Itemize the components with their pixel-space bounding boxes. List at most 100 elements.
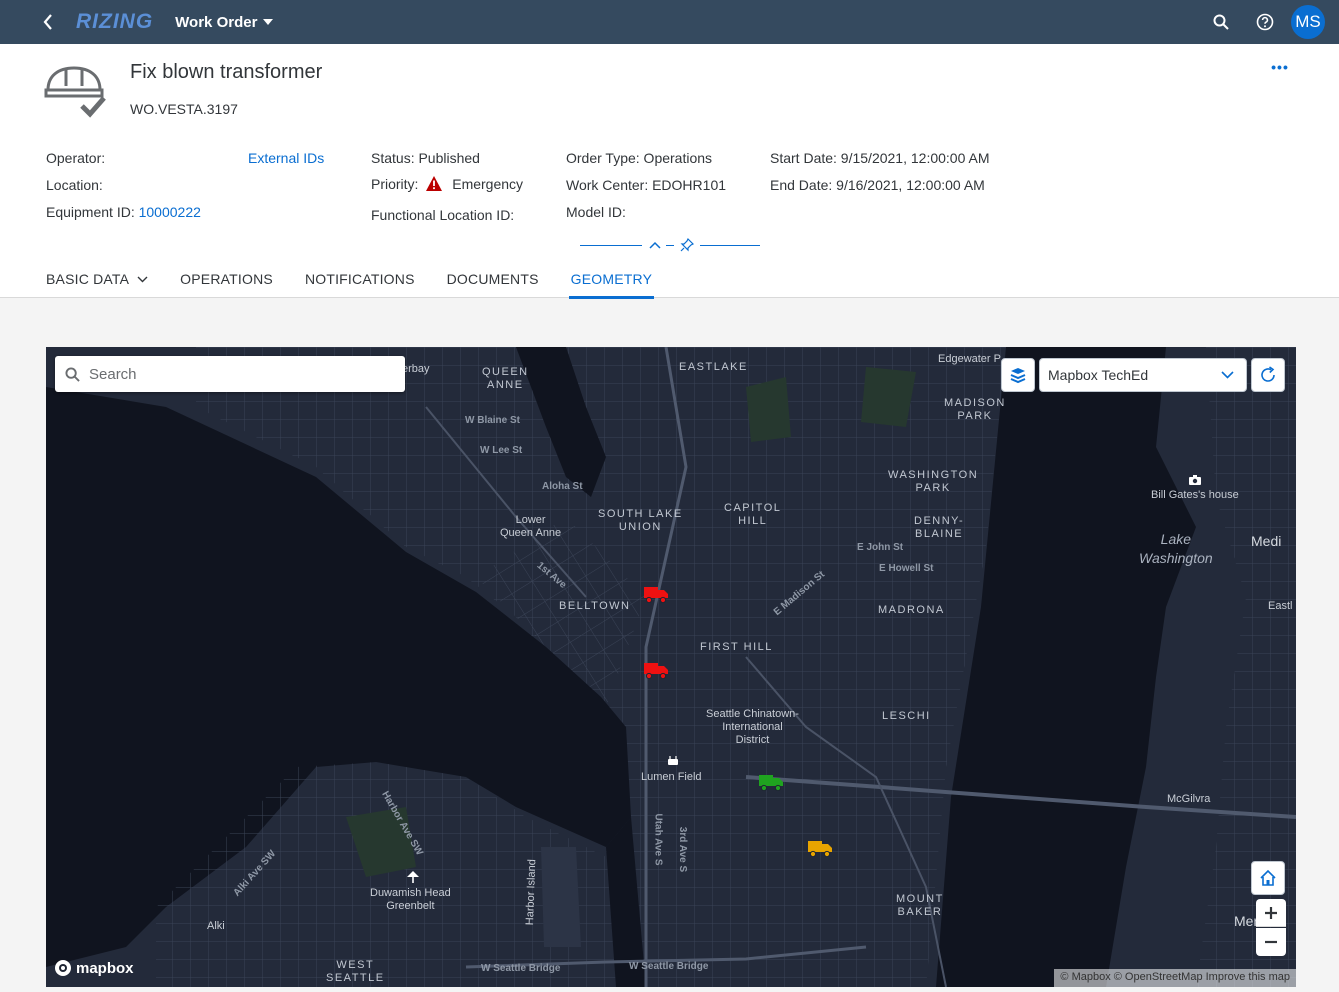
work-center: Work Center: EDOHR101 [566,177,727,193]
minus-icon [1265,940,1277,944]
chevron-down-icon [137,276,148,282]
help-button[interactable] [1243,0,1287,44]
truck-icon[interactable] [643,660,669,680]
tab-operations[interactable]: OPERATIONS [164,260,289,298]
stadium-icon [668,756,678,765]
map-label-medi: Medi [1251,533,1282,549]
tab-geometry[interactable]: GEOMETRY [555,260,668,299]
map-label-madison-park: MADISON PARK [944,397,1006,423]
map-label-south-lake-union: SOUTH LAKE UNION [598,508,683,534]
back-icon [43,14,52,30]
user-avatar[interactable]: MS [1291,5,1325,39]
map-label-alki: Alki [207,920,225,932]
warning-icon [426,176,443,191]
basemap-select[interactable]: Mapbox TechEd [1039,358,1247,392]
object-header: Fix blown transformer WO.VESTA.3197 ••• … [0,44,1339,299]
tab-basic-data[interactable]: BASIC DATA [30,260,164,298]
app-title-menu[interactable]: Work Order [175,13,274,31]
label-text: Duwamish Head Greenbelt [370,887,451,912]
collapse-header-button[interactable] [648,238,662,252]
label-text: MADISON PARK [944,397,1006,422]
map-attribution[interactable]: © Mapbox © OpenStreetMap Improve this ma… [1054,969,1296,987]
map-search-box [55,356,405,392]
pin-header-button[interactable] [680,237,695,252]
map-label-eastlake: EASTLAKE [679,361,748,373]
map-label-chinatown: Seattle Chinatown- International Distric… [706,708,799,747]
mapbox-logo-text: mapbox [76,959,134,977]
layers-icon [1010,368,1026,384]
map-label-first-hill: FIRST HILL [700,641,773,653]
map-search-input[interactable] [89,365,389,383]
map-label-capitol-hill: CAPITOL HILL [724,502,781,528]
street-label-w-seattle-bridge-2: W Seattle Bridge [629,961,709,972]
street-label-3rd-ave: 3rd Ave S [677,826,689,873]
map-label-leschi: LESCHI [882,710,931,722]
street-label-w-seattle-bridge-1: W Seattle Bridge [481,963,561,974]
mapbox-logo[interactable]: mapbox [54,959,134,977]
mapbox-mark-icon [55,960,71,976]
label-text: QUEEN ANNE [482,366,529,391]
more-actions-button[interactable]: ••• [1268,58,1292,76]
zoom-out-button[interactable] [1256,928,1286,956]
map-label-lower-queen-anne: Lower Queen Anne [500,514,561,540]
start-date: Start Date: 9/15/2021, 12:00:00 AM [770,150,990,166]
tab-notifications[interactable]: NOTIFICATIONS [289,260,431,298]
layers-button[interactable] [1001,358,1035,392]
map-label-belltown: BELLTOWN [559,600,631,612]
label-text: WEST SEATTLE [326,959,385,984]
street-label-e-howell: E Howell St [879,563,934,574]
priority-value: Emergency [452,176,524,192]
map-view[interactable]: QUEEN ANNE erbay EASTLAKE Edgewater P MA… [46,347,1296,987]
equipment-id: Equipment ID: 10000222 [46,204,201,220]
operator-label: Operator: [46,150,106,166]
map-label-duwamish: Duwamish Head Greenbelt [370,887,451,913]
search-button[interactable] [1199,0,1243,44]
zoom-in-button[interactable] [1256,899,1286,927]
truck-icon[interactable] [643,584,669,604]
refresh-button[interactable] [1251,358,1285,392]
home-button[interactable] [1251,861,1285,895]
street-label-w-blaine: W Blaine St [465,415,521,426]
divider-line [666,245,674,246]
caret-down-icon [263,19,274,25]
street-label-w-lee: W Lee St [480,445,523,456]
refresh-icon [1261,366,1275,382]
label-text: Lower Queen Anne [500,514,562,539]
tab-documents[interactable]: DOCUMENTS [431,260,555,298]
home-icon [1260,869,1276,886]
location-label: Location: [46,177,103,193]
label-text: Seattle Chinatown- International Distric… [706,708,799,746]
search-icon [1213,14,1229,30]
object-id: WO.VESTA.3197 [130,101,238,117]
rizing-logo[interactable]: RIZING [76,10,153,34]
basemap-select-value: Mapbox TechEd [1048,367,1149,383]
map-label-madrona: MADRONA [878,604,945,616]
equipment-link[interactable]: 10000222 [139,204,201,220]
map-label-bill-gates: Bill Gates's house [1151,489,1239,501]
truck-icon[interactable] [807,838,833,858]
truck-icon[interactable] [758,772,784,792]
label-text: WASHINGTON PARK [888,469,979,494]
label-text: MOUNT BAKER [896,893,944,918]
label-text: DENNY- BLAINE [914,515,965,540]
label-text: CAPITOL HILL [724,502,782,527]
pin-icon [680,237,695,252]
chevron-down-icon [1221,371,1234,379]
map-label-lumen-field: Lumen Field [641,771,702,783]
label-text: SOUTH LAKE UNION [598,508,683,533]
app-title: Work Order [175,13,258,31]
header-collapse-bar [580,237,760,252]
map-label-mount-baker: MOUNT BAKER [896,893,944,919]
plus-icon [1265,906,1277,919]
object-title: Fix blown transformer [130,61,323,83]
external-ids-link[interactable]: External IDs [248,150,324,166]
map-label-west-seattle: WEST SEATTLE [326,959,385,985]
priority-field: Priority: Emergency [371,176,523,192]
camera-icon [1189,475,1201,485]
equipment-label: Equipment ID: [46,204,135,220]
divider-line [580,245,642,246]
priority-label: Priority: [371,176,419,192]
back-button[interactable] [38,12,58,32]
map-label-mcgilvra: McGilvra [1167,793,1211,805]
map-label-washington-park: WASHINGTON PARK [888,469,978,495]
